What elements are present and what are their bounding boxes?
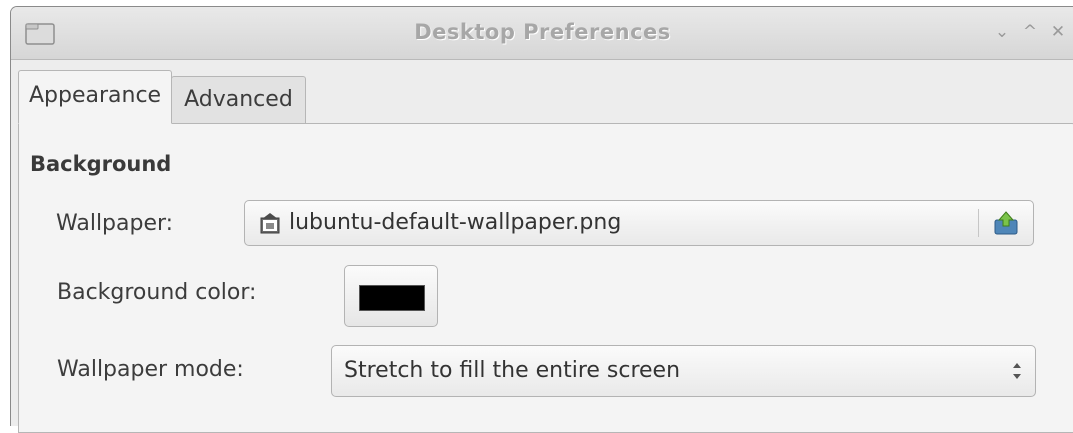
- wallpaper-mode-value: Stretch to fill the entire screen: [344, 358, 681, 383]
- wallpaper-mode-label: Wallpaper mode:: [57, 357, 244, 382]
- title-bar[interactable]: Desktop Preferences ⌄ ^ ✕: [11, 7, 1073, 60]
- wallpaper-mode-select[interactable]: Stretch to fill the entire screen: [331, 345, 1036, 397]
- minimize-button[interactable]: ⌄: [991, 21, 1013, 43]
- tab-advanced[interactable]: Advanced: [171, 76, 306, 124]
- folder-open-icon[interactable]: [993, 210, 1019, 236]
- tab-appearance[interactable]: Appearance: [18, 70, 173, 124]
- wallpaper-label: Wallpaper:: [56, 211, 174, 236]
- chooser-separator: [978, 209, 979, 237]
- background-color-label: Background color:: [57, 280, 257, 305]
- section-title-background: Background: [30, 152, 172, 176]
- close-button[interactable]: ✕: [1047, 21, 1069, 43]
- tab-bar: Appearance Advanced: [18, 70, 306, 124]
- maximize-button[interactable]: ^: [1019, 21, 1041, 43]
- color-swatch: [359, 285, 425, 311]
- background-color-button[interactable]: [344, 265, 438, 327]
- updown-arrows-icon: [1013, 363, 1021, 379]
- wallpaper-file-name: lubuntu-default-wallpaper.png: [289, 210, 622, 235]
- image-file-icon: [260, 213, 280, 234]
- wallpaper-file-chooser[interactable]: lubuntu-default-wallpaper.png: [244, 200, 1034, 246]
- window-title: Desktop Preferences: [414, 20, 671, 44]
